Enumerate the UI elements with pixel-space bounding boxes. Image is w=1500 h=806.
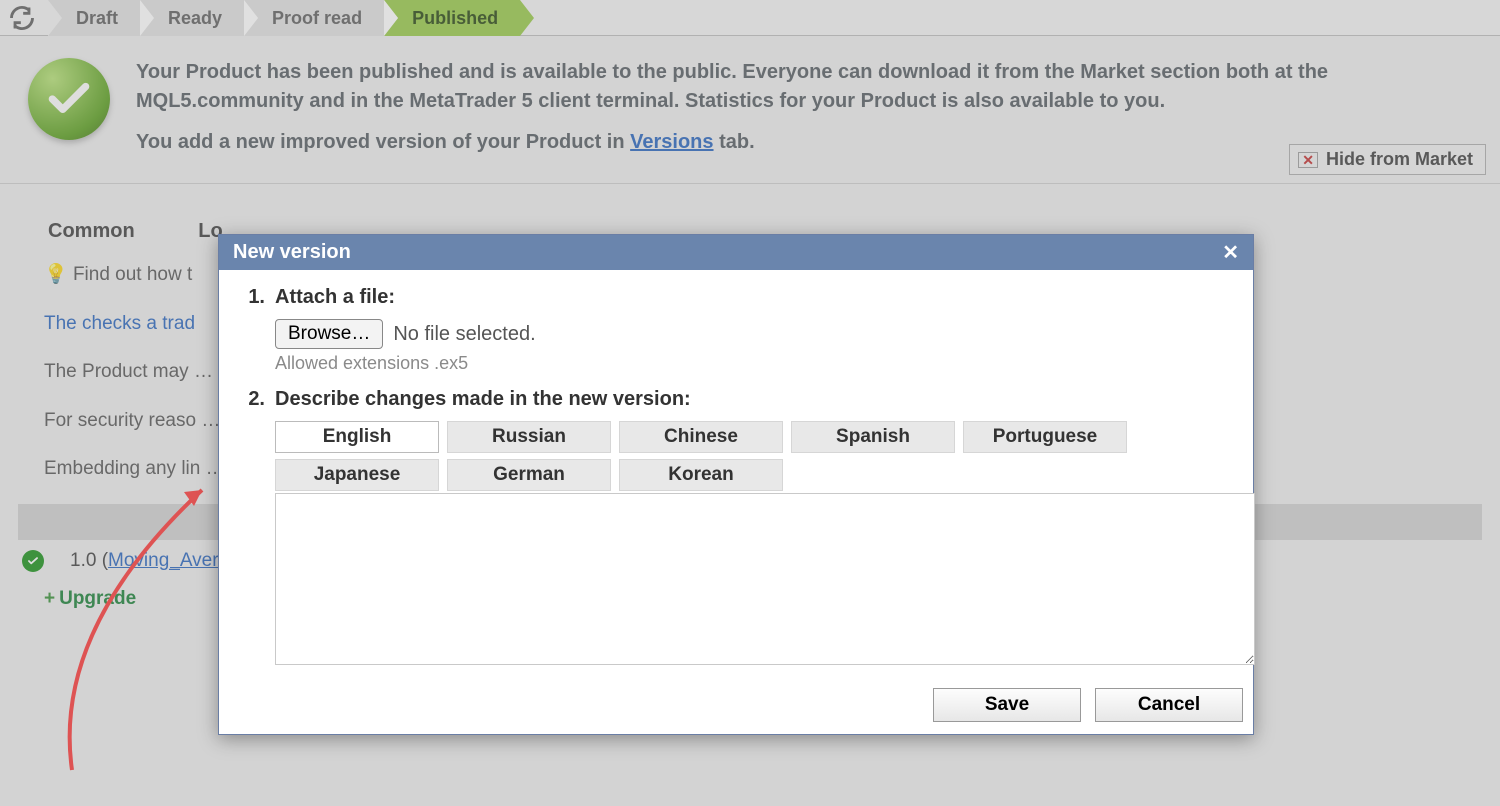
lang-tab-korean[interactable]: Korean (619, 459, 783, 491)
new-version-dialog: New version ✕ 1.Attach a file: Browse… N… (218, 234, 1254, 735)
lang-tab-chinese[interactable]: Chinese (619, 421, 783, 453)
lang-tab-german[interactable]: German (447, 459, 611, 491)
changes-description-input[interactable] (275, 493, 1255, 665)
lang-tab-japanese[interactable]: Japanese (275, 459, 439, 491)
allowed-extensions-text: Allowed extensions .ex5 (275, 353, 1227, 374)
lang-tab-portuguese[interactable]: Portuguese (963, 421, 1127, 453)
lang-tab-english[interactable]: English (275, 421, 439, 453)
step-2-label: Describe changes made in the new version… (275, 388, 691, 411)
save-button[interactable]: Save (933, 688, 1081, 722)
cancel-button[interactable]: Cancel (1095, 688, 1243, 722)
lang-tab-spanish[interactable]: Spanish (791, 421, 955, 453)
dialog-title: New version (233, 241, 351, 264)
lang-tab-russian[interactable]: Russian (447, 421, 611, 453)
browse-button[interactable]: Browse… (275, 319, 383, 349)
file-status-text: No file selected. (393, 323, 535, 346)
step-1-label: Attach a file: (275, 286, 395, 309)
language-tabs: English Russian Chinese Spanish Portugue… (275, 421, 1145, 491)
dialog-close-icon[interactable]: ✕ (1222, 243, 1239, 263)
